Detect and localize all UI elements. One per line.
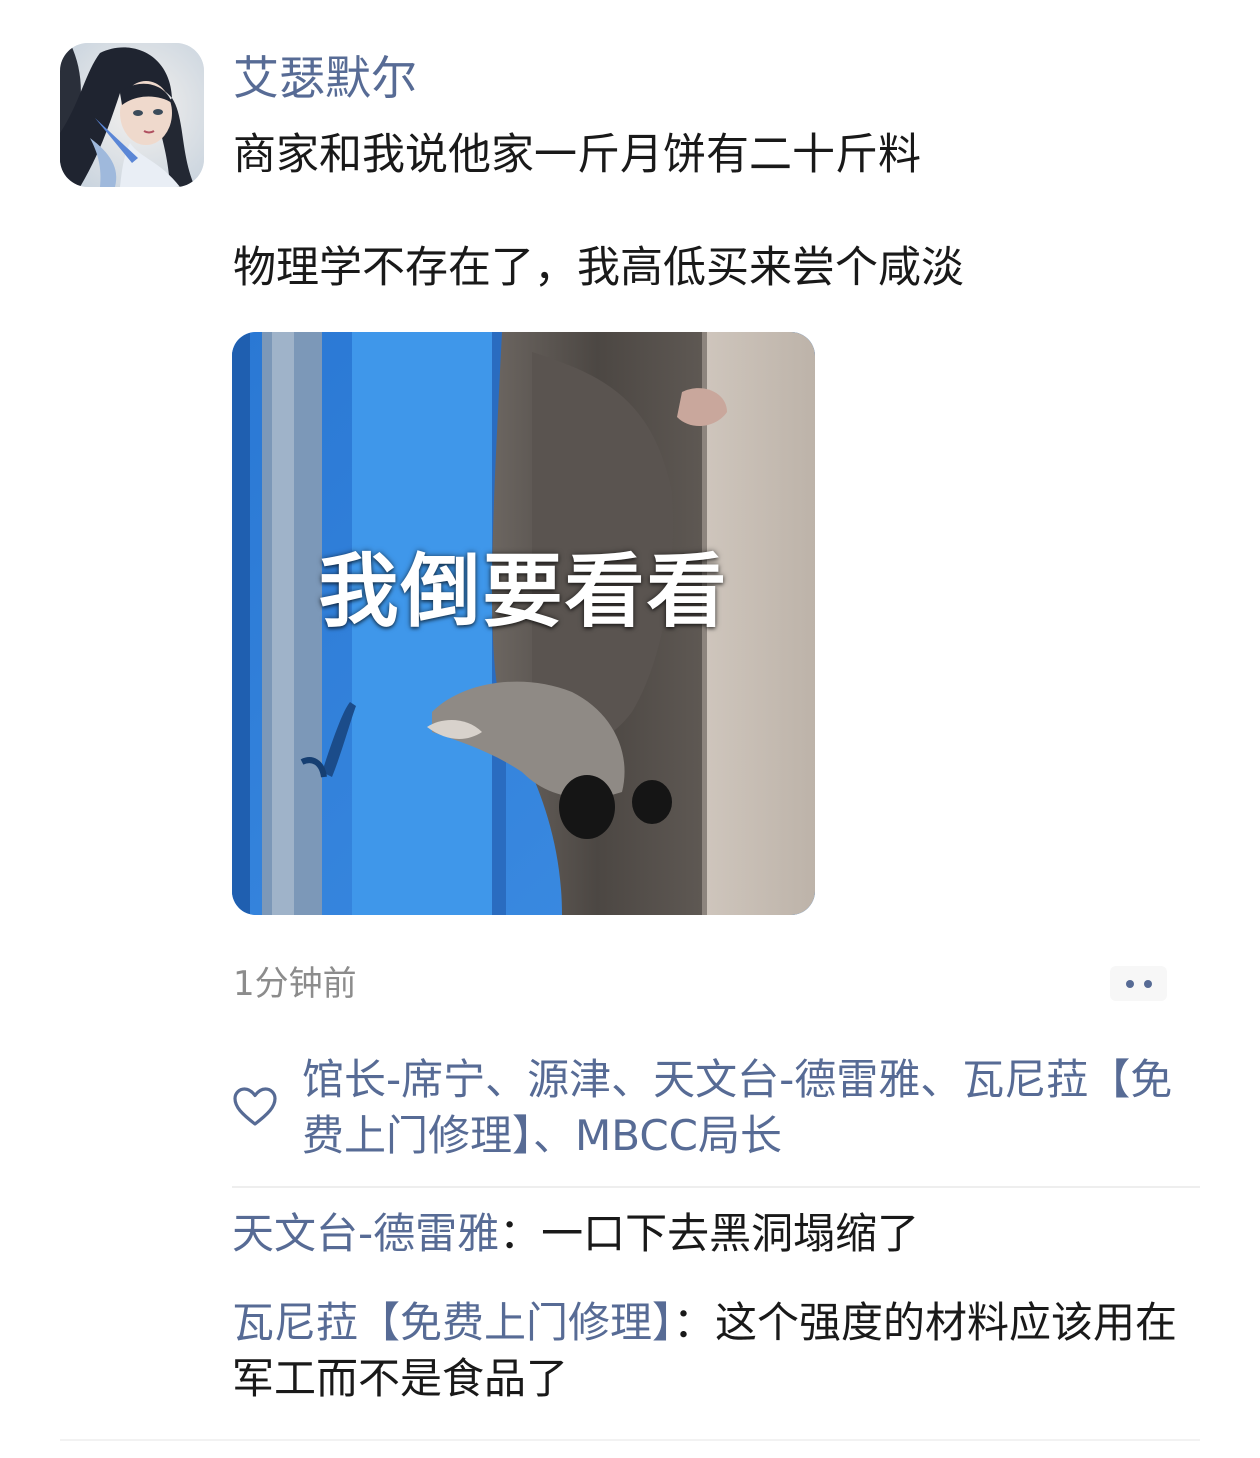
likes-comments-divider — [232, 1186, 1200, 1188]
more-actions-button[interactable] — [1110, 966, 1167, 1001]
author-name[interactable]: 艾瑟默尔 — [233, 48, 417, 108]
comment-separator: ： — [673, 1298, 716, 1347]
heart-outline-icon — [233, 1087, 277, 1126]
more-dot-icon — [1143, 979, 1152, 988]
bottom-divider — [60, 1439, 1200, 1441]
meme-caption: 我倒要看看 — [318, 545, 729, 638]
comment-text: 一口下去黑洞塌缩了 — [541, 1209, 920, 1258]
post-text-line-1: 商家和我说他家一斤月饼有二十斤料 — [233, 130, 921, 180]
avatar[interactable] — [60, 43, 204, 187]
comment-author[interactable]: 天文台-德雷雅 — [232, 1209, 499, 1258]
comment-item[interactable]: 天文台-德雷雅：一口下去黑洞塌缩了 — [232, 1206, 1200, 1262]
avatar-image — [60, 43, 204, 187]
comment-item[interactable]: 瓦尼菈【免费上门修理】：这个强度的材料应该用在军工而不是食品了 — [232, 1295, 1200, 1407]
post-timestamp: 1分钟前 — [233, 964, 357, 1004]
interaction-panel: 馆长-席宁、源津、天文台-德雷雅、瓦尼菈【免费上门修理】、MBCC局长 天文台-… — [232, 1042, 1200, 1442]
liker-names[interactable]: 馆长-席宁、源津、天文台-德雷雅、瓦尼菈【免费上门修理】、MBCC局长 — [302, 1052, 1200, 1164]
post-image[interactable]: 我倒要看看 — [232, 332, 815, 915]
comment-author[interactable]: 瓦尼菈【免费上门修理】 — [232, 1298, 673, 1347]
post-text-line-2: 物理学不存在了，我高低买来尝个咸淡 — [233, 243, 964, 293]
comment-separator: ： — [499, 1209, 542, 1258]
more-dot-icon — [1125, 979, 1134, 988]
